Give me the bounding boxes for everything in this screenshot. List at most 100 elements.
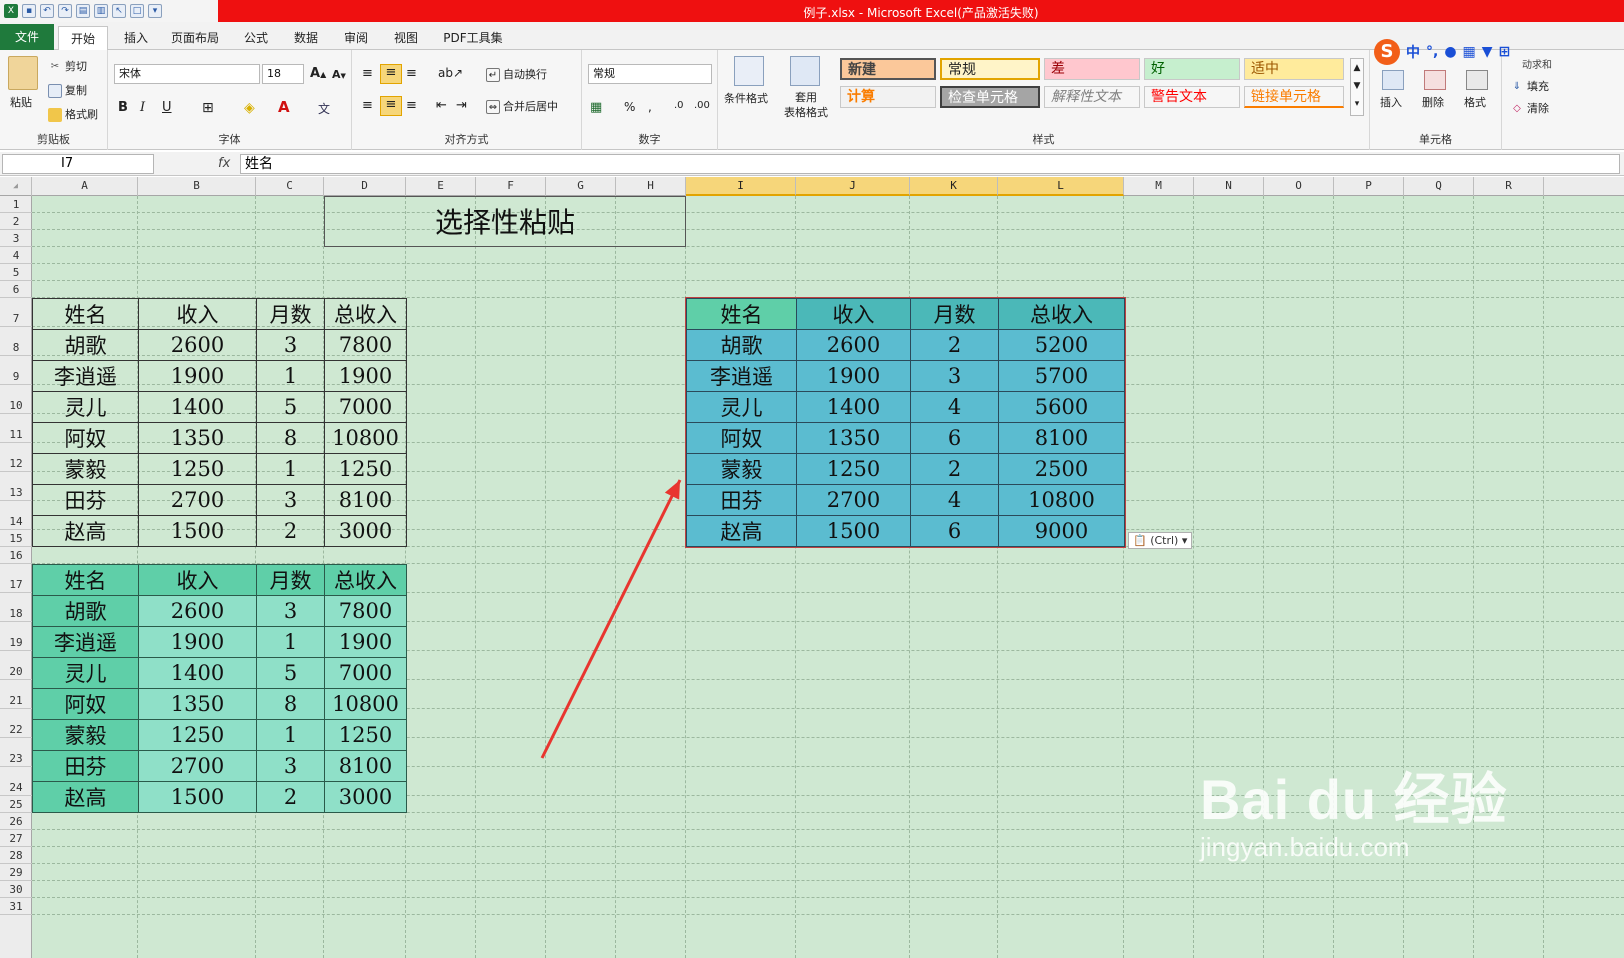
row-header[interactable]: 21 xyxy=(0,680,32,709)
font-color-icon[interactable]: A xyxy=(278,98,290,116)
percent-icon[interactable]: % xyxy=(624,100,635,114)
number-format-select[interactable]: 常规 xyxy=(588,64,712,84)
align-center-icon[interactable]: ≡ xyxy=(380,96,402,116)
conditional-format-button[interactable]: 条件格式 xyxy=(724,90,768,106)
style-good[interactable]: 好 xyxy=(1144,58,1240,80)
row-header[interactable]: 13 xyxy=(0,472,32,501)
undo-icon[interactable]: ↶ xyxy=(40,4,54,18)
column-header[interactable]: J xyxy=(796,177,910,196)
row-header[interactable]: 31 xyxy=(0,898,32,915)
open-icon[interactable]: ▤ xyxy=(76,4,90,18)
ime-menu-icon[interactable]: ⊞ xyxy=(1499,44,1511,60)
row-header[interactable]: 8 xyxy=(0,327,32,356)
style-bad[interactable]: 差 xyxy=(1044,58,1140,80)
name-box[interactable]: I7 xyxy=(2,154,154,174)
row-header[interactable]: 16 xyxy=(0,547,32,564)
row-header[interactable]: 6 xyxy=(0,281,32,298)
style-check-cell[interactable]: 检查单元格 xyxy=(940,86,1040,108)
select-all-corner[interactable]: ◢ xyxy=(0,177,32,196)
insert-cells-icon[interactable] xyxy=(1382,70,1404,90)
formula-input[interactable]: 姓名 xyxy=(240,154,1620,174)
save-icon[interactable]: ▪ xyxy=(22,4,36,18)
style-calculation[interactable]: 计算 xyxy=(840,86,936,108)
shrink-font-icon[interactable]: A▼ xyxy=(332,68,346,81)
row-header[interactable]: 20 xyxy=(0,651,32,680)
currency-icon[interactable]: ▦ xyxy=(590,100,602,115)
row-header[interactable]: 14 xyxy=(0,501,32,530)
format-painter-button[interactable]: 格式刷 xyxy=(48,106,98,122)
row-header[interactable]: 7 xyxy=(0,298,32,327)
borders-icon[interactable]: ⊞ xyxy=(202,100,214,116)
column-header[interactable]: Q xyxy=(1404,177,1474,196)
column-header[interactable]: K xyxy=(910,177,998,196)
align-right-icon[interactable]: ≡ xyxy=(406,98,417,113)
row-header[interactable]: 30 xyxy=(0,881,32,898)
row-header[interactable]: 1 xyxy=(0,196,32,213)
tab-home[interactable]: 开始 xyxy=(58,26,108,50)
font-size-select[interactable]: 18 xyxy=(262,64,304,84)
row-header[interactable]: 15 xyxy=(0,530,32,547)
merge-center-button[interactable]: ⇔ 合并后居中 xyxy=(486,98,558,114)
table-format-icon[interactable] xyxy=(790,56,820,86)
ime-keyboard-icon[interactable]: ▦ xyxy=(1463,44,1476,60)
orientation-icon[interactable]: ab↗ xyxy=(438,66,463,80)
align-middle-icon[interactable]: ≡ xyxy=(380,64,402,84)
row-header[interactable]: 10 xyxy=(0,385,32,414)
style-linked-cell[interactable]: 链接单元格 xyxy=(1244,86,1344,108)
new-doc-icon[interactable]: □ xyxy=(130,4,144,18)
align-bottom-icon[interactable]: ≡ xyxy=(406,66,417,81)
grow-font-icon[interactable]: A▲ xyxy=(310,66,326,81)
customize-qat-icon[interactable]: ▾ xyxy=(148,4,162,18)
align-top-icon[interactable]: ≡ xyxy=(362,66,373,81)
increase-decimal-icon[interactable]: .0 xyxy=(674,100,684,111)
clear-button[interactable]: ◇ 清除 xyxy=(1510,100,1549,116)
table-format-button[interactable]: 套用 表格格式 xyxy=(778,90,834,120)
column-header[interactable]: O xyxy=(1264,177,1334,196)
paste-button[interactable]: 粘贴 xyxy=(10,94,32,110)
ime-skin-icon[interactable]: ▼ xyxy=(1482,44,1493,60)
column-header[interactable]: G xyxy=(546,177,616,196)
ime-mic-icon[interactable]: ● xyxy=(1444,44,1456,60)
decrease-decimal-icon[interactable]: .00 xyxy=(694,100,710,111)
column-header[interactable]: L xyxy=(998,177,1124,196)
fill-button[interactable]: ⇓ 填充 xyxy=(1510,78,1549,94)
phonetic-icon[interactable]: 文 xyxy=(318,100,330,117)
column-header[interactable]: C xyxy=(256,177,324,196)
tab-formulas[interactable]: 公式 xyxy=(236,26,276,50)
tab-pdf-tools[interactable]: PDF工具集 xyxy=(440,26,506,50)
align-left-icon[interactable]: ≡ xyxy=(362,98,373,113)
format-cells-icon[interactable] xyxy=(1466,70,1488,90)
format-cells-button[interactable]: 格式 xyxy=(1464,94,1486,110)
row-header[interactable]: 3 xyxy=(0,230,32,247)
increase-indent-icon[interactable]: ⇥ xyxy=(456,98,467,113)
bold-icon[interactable]: B xyxy=(118,100,128,115)
style-warning[interactable]: 警告文本 xyxy=(1144,86,1240,108)
tab-page-layout[interactable]: 页面布局 xyxy=(164,26,226,50)
tab-file[interactable]: 文件 xyxy=(0,24,54,50)
row-header[interactable]: 9 xyxy=(0,356,32,385)
row-header[interactable]: 12 xyxy=(0,443,32,472)
row-header[interactable]: 11 xyxy=(0,414,32,443)
row-header[interactable]: 18 xyxy=(0,593,32,622)
fill-color-icon[interactable]: ◈ xyxy=(244,100,255,116)
ime-toolbar[interactable]: S 中 °, ● ▦ ▼ ⊞ xyxy=(1374,38,1534,66)
delete-cells-button[interactable]: 删除 xyxy=(1422,94,1444,110)
row-header[interactable]: 24 xyxy=(0,767,32,796)
column-header[interactable]: R xyxy=(1474,177,1544,196)
decrease-indent-icon[interactable]: ⇤ xyxy=(436,98,447,113)
redo-icon[interactable]: ↷ xyxy=(58,4,72,18)
cut-button[interactable]: ✂ 剪切 xyxy=(48,58,87,74)
styles-more-icon[interactable]: ▲ ▼ ▾ xyxy=(1350,58,1364,116)
select-icon[interactable]: ↖ xyxy=(112,4,126,18)
row-header[interactable]: 17 xyxy=(0,564,32,593)
column-header[interactable]: F xyxy=(476,177,546,196)
italic-icon[interactable]: I xyxy=(140,100,145,115)
underline-icon[interactable]: U xyxy=(162,100,172,115)
column-header[interactable]: M xyxy=(1124,177,1194,196)
column-header[interactable]: D xyxy=(324,177,406,196)
row-header[interactable]: 2 xyxy=(0,213,32,230)
column-header[interactable]: H xyxy=(616,177,686,196)
column-header[interactable]: P xyxy=(1334,177,1404,196)
row-header[interactable]: 19 xyxy=(0,622,32,651)
tab-review[interactable]: 审阅 xyxy=(336,26,376,50)
